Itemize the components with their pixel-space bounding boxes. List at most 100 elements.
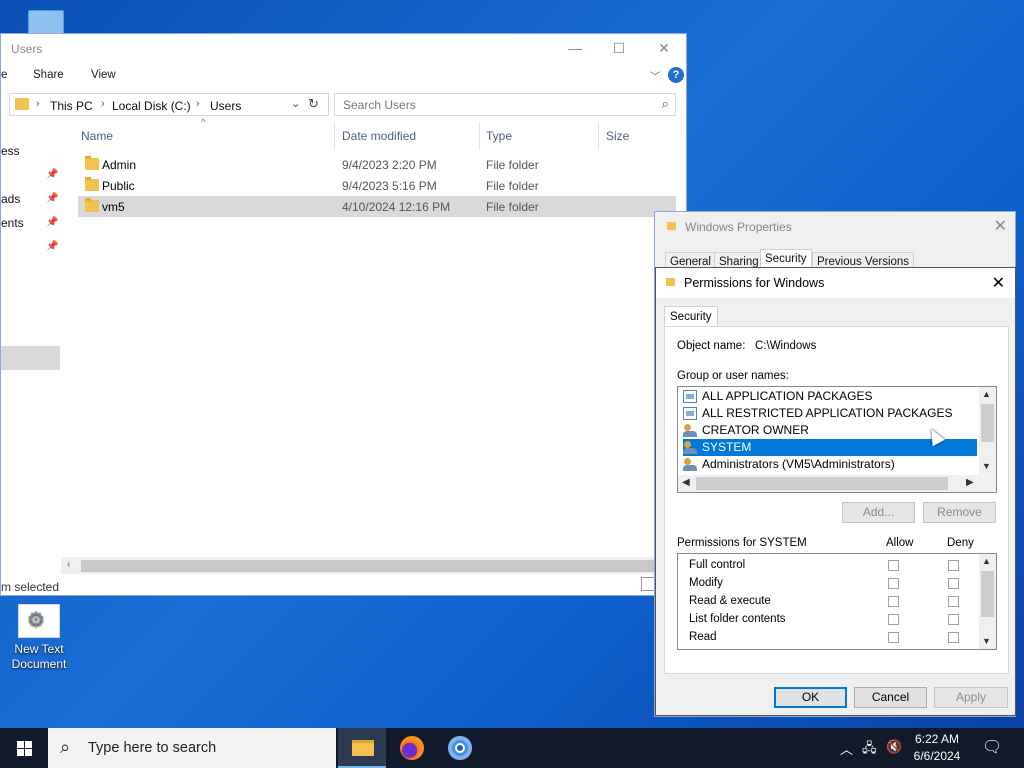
volume-muted-icon[interactable]: 🔇 — [886, 739, 902, 755]
vertical-scrollbar[interactable]: ▲ ▼ — [979, 387, 996, 475]
deny-checkbox[interactable] — [948, 632, 959, 643]
network-icon[interactable]: 🖧 — [862, 739, 877, 761]
column-divider[interactable] — [479, 122, 480, 150]
column-header-name[interactable]: Name — [81, 129, 113, 143]
close-icon[interactable]: ✕ — [994, 216, 1007, 236]
remove-button[interactable]: Remove — [923, 502, 996, 523]
scroll-left-icon[interactable]: ‹ — [67, 559, 70, 570]
search-box[interactable]: Search Users ⌕ — [334, 93, 676, 116]
address-dropdown-icon[interactable]: ⌄ — [291, 97, 300, 110]
chevron-up-icon[interactable]: ︿ — [840, 739, 853, 758]
package-group-icon — [683, 407, 697, 420]
pin-icon[interactable]: 📌 — [46, 241, 58, 252]
scrollbar-thumb[interactable] — [696, 477, 948, 490]
help-icon[interactable]: ? — [668, 67, 684, 83]
scroll-up-icon[interactable]: ▲ — [982, 556, 991, 566]
ribbon-tab-view[interactable]: View — [91, 69, 116, 81]
deny-column-label: Deny — [947, 537, 974, 549]
scroll-down-icon[interactable]: ▼ — [982, 636, 991, 646]
nav-item-quick-access[interactable]: ess — [1, 144, 20, 158]
breadcrumb-local-disk[interactable]: Local Disk (C:) — [112, 99, 191, 113]
nav-item-downloads[interactable]: ads — [1, 192, 20, 206]
folder-icon — [667, 222, 676, 230]
pin-icon[interactable]: 📌 — [46, 169, 58, 180]
address-bar[interactable]: › This PC › Local Disk (C:) › Users ⌄ ↻ — [9, 93, 329, 116]
nav-item-selected[interactable] — [1, 346, 60, 370]
permission-row: List folder contents — [689, 610, 969, 628]
taskbar-search-box[interactable]: ⌕ Type here to search — [48, 728, 336, 768]
column-divider[interactable] — [334, 122, 335, 150]
vertical-scrollbar[interactable]: ▲ ▼ — [979, 554, 996, 649]
ribbon-tab-home-partial[interactable]: e — [1, 69, 7, 81]
firefox-icon[interactable] — [388, 728, 436, 768]
file-row[interactable]: Public 9/4/2023 5:16 PM File folder — [78, 175, 676, 196]
chrome-icon[interactable] — [436, 728, 484, 768]
nav-item-documents[interactable]: ents — [1, 216, 24, 230]
deny-checkbox[interactable] — [948, 578, 959, 589]
clock[interactable]: 6:22 AM 6/6/2024 — [905, 731, 969, 765]
file-type: File folder — [486, 158, 539, 172]
details-view-icon[interactable] — [641, 577, 655, 591]
scroll-up-icon[interactable]: ▲ — [982, 389, 991, 399]
notifications-icon[interactable]: 🗨 — [982, 737, 1002, 757]
deny-checkbox[interactable] — [948, 596, 959, 607]
column-header-type[interactable]: Type — [486, 129, 512, 143]
column-header-size[interactable]: Size — [606, 129, 629, 143]
list-item[interactable]: ALL APPLICATION PACKAGES — [683, 388, 977, 405]
permissions-list[interactable]: Full control Modify Read & execute List … — [677, 553, 997, 650]
deny-checkbox[interactable] — [948, 560, 959, 571]
pin-icon[interactable]: 📌 — [46, 217, 58, 228]
allow-checkbox[interactable] — [888, 560, 899, 571]
taskbar-search-input[interactable]: Type here to search — [88, 740, 216, 756]
apply-button[interactable]: Apply — [934, 687, 1008, 708]
refresh-icon[interactable]: ↻ — [308, 96, 319, 112]
start-button[interactable] — [0, 728, 48, 768]
allow-checkbox[interactable] — [888, 578, 899, 589]
permission-name: Modify — [689, 577, 723, 589]
close-icon[interactable]: ✕ — [992, 273, 1005, 293]
search-input[interactable]: Search Users — [343, 98, 416, 112]
allow-checkbox[interactable] — [888, 632, 899, 643]
group-user-list[interactable]: ALL APPLICATION PACKAGES ALL RESTRICTED … — [677, 386, 997, 493]
list-item[interactable]: ALL RESTRICTED APPLICATION PACKAGES — [683, 405, 977, 422]
file-explorer-icon[interactable] — [338, 728, 386, 768]
chevron-right-icon: › — [36, 98, 40, 110]
scroll-left-icon[interactable]: ◀ — [682, 477, 690, 488]
permission-row: Modify — [689, 574, 969, 592]
horizontal-scrollbar[interactable]: ◀ ▶ — [678, 475, 996, 492]
scrollbar-thumb[interactable] — [981, 404, 994, 442]
breadcrumb-this-pc[interactable]: This PC — [50, 99, 93, 113]
add-button[interactable]: Add... — [842, 502, 915, 523]
folder-icon — [85, 177, 99, 191]
chevron-down-icon[interactable]: ﹀ — [650, 68, 660, 83]
breadcrumb-users[interactable]: Users — [210, 99, 241, 113]
dialog-title-bar: Permissions for Windows ✕ — [656, 268, 1015, 298]
deny-checkbox[interactable] — [948, 614, 959, 625]
allow-column-label: Allow — [886, 537, 914, 549]
scroll-right-icon[interactable]: ▶ — [966, 477, 974, 488]
scrollbar-thumb[interactable] — [981, 571, 994, 617]
desktop-icon-new-text-document[interactable]: ⚙ New Text Document — [4, 604, 74, 672]
file-row[interactable]: Admin 9/4/2023 2:20 PM File folder — [78, 154, 676, 175]
ok-button[interactable]: OK — [774, 687, 847, 708]
scrollbar-thumb[interactable] — [81, 560, 656, 572]
cancel-button[interactable]: Cancel — [854, 687, 927, 708]
group-names-label: Group or user names: — [677, 370, 789, 382]
allow-checkbox[interactable] — [888, 596, 899, 607]
scroll-down-icon[interactable]: ▼ — [982, 461, 991, 471]
pin-icon[interactable]: 📌 — [46, 193, 58, 204]
search-icon: ⌕ — [661, 96, 669, 111]
allow-checkbox[interactable] — [888, 614, 899, 625]
column-header-date[interactable]: Date modified — [342, 129, 416, 143]
taskbar: ⌕ Type here to search ︿ 🖧 🔇 6:22 AM 6/6/… — [0, 728, 1024, 768]
column-divider[interactable] — [598, 122, 599, 150]
properties-title: Windows Properties — [685, 220, 792, 234]
maximize-button[interactable]: ☐ — [596, 34, 642, 62]
file-row-selected[interactable]: vm5 4/10/2024 12:16 PM File folder — [78, 196, 676, 217]
minimize-button[interactable]: — — [552, 34, 598, 62]
tab-security[interactable]: Security — [664, 306, 718, 327]
close-button[interactable]: ✕ — [641, 34, 687, 62]
list-item[interactable]: Administrators (VM5\Administrators) — [683, 456, 977, 473]
ribbon-tab-share[interactable]: Share — [33, 69, 64, 81]
search-icon: ⌕ — [60, 737, 71, 757]
